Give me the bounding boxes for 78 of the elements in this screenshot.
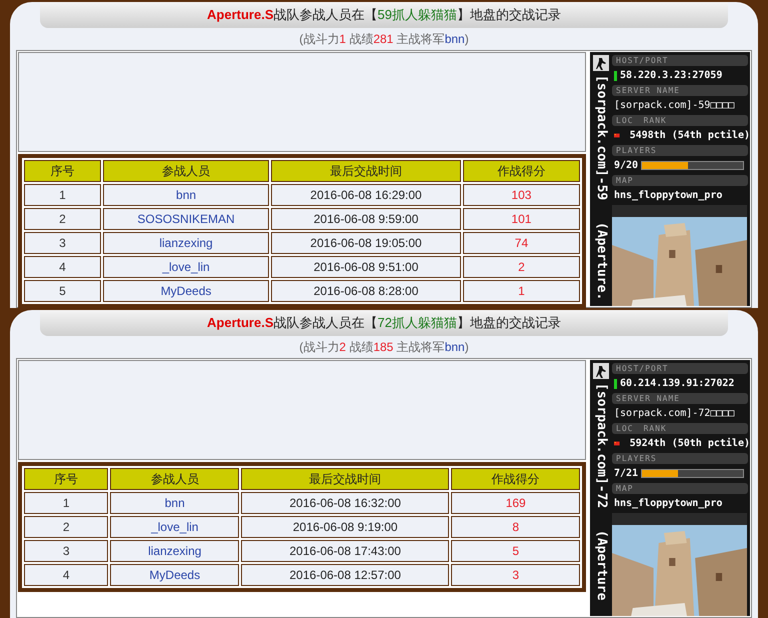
player-link[interactable]: SOSOSNIKEMAN <box>102 208 270 230</box>
player-count: 7/21 <box>614 467 638 481</box>
field-label: HOST/PORT <box>612 55 748 66</box>
field-label: RANK <box>643 423 667 434</box>
table-cell: 1 <box>24 184 101 206</box>
table-cell: 169 <box>451 492 580 514</box>
table-cell: 4 <box>24 256 101 278</box>
map-name: hns_floppytown_pro <box>613 189 724 203</box>
table-cell: 2016-06-08 16:29:00 <box>271 184 461 206</box>
table-cell: 2016-06-08 17:43:00 <box>241 540 450 562</box>
status-icon <box>614 70 617 80</box>
table-cell: 2016-06-08 9:59:00 <box>271 208 461 230</box>
table-cell: 2016-06-08 9:19:00 <box>241 516 450 538</box>
map-name: hns_floppytown_pro <box>613 497 724 511</box>
table-cell: 5 <box>24 280 101 302</box>
player-link[interactable]: MyDeeds <box>110 564 240 586</box>
player-link[interactable]: MyDeeds <box>102 280 270 302</box>
table-cell: 2 <box>24 208 101 230</box>
server-name-vertical: [sorpack.com]-59 <box>593 75 610 200</box>
table-cell: 1 <box>24 492 108 514</box>
field-label: LOC <box>616 115 634 126</box>
column-header: 最后交战时间 <box>271 160 461 182</box>
server-name: [sorpack.com]-72□□□□ <box>613 407 736 421</box>
player-link[interactable]: _love_lin <box>102 256 270 278</box>
field-label: HOST/PORT <box>612 363 748 374</box>
column-header: 参战人员 <box>102 160 270 182</box>
field-label: SERVER NAME <box>612 85 748 96</box>
table-cell: 3 <box>451 564 580 586</box>
player-link[interactable]: bnn <box>102 184 270 206</box>
host-address: 58.220.3.23:27059 <box>620 69 722 83</box>
server-name: [sorpack.com]-59□□□□ <box>613 99 736 113</box>
rank: 5498th (54th pctile) <box>630 128 750 143</box>
table-cell: 5 <box>451 540 580 562</box>
field-label: SERVER NAME <box>612 393 748 404</box>
team-stats: (战斗力1 战绩281 主战将军bnn) <box>299 31 469 48</box>
table-cell: 2016-06-08 16:32:00 <box>241 492 450 514</box>
rank: 5924th (50th pctile) <box>630 436 750 451</box>
table-cell: 3 <box>24 540 108 562</box>
team-name-vertical: (Aperture. <box>593 222 610 301</box>
table-cell: 2016-06-08 12:57:00 <box>241 564 450 586</box>
server-name-vertical: [sorpack.com]-72 <box>593 383 610 508</box>
table-cell: 101 <box>462 208 580 230</box>
table-cell: 2 <box>462 256 580 278</box>
status-icon <box>614 378 617 388</box>
table-cell: 2016-06-08 9:51:00 <box>271 256 461 278</box>
field-label: PLAYERS <box>612 453 748 464</box>
table-cell: 8 <box>451 516 580 538</box>
table-cell: 74 <box>462 232 580 254</box>
column-header: 作战得分 <box>462 160 580 182</box>
table-cell: 4 <box>24 564 108 586</box>
field-label: LOC <box>616 423 634 434</box>
table-cell: 2 <box>24 516 108 538</box>
field-label: RANK <box>643 115 667 126</box>
player-link[interactable]: lianzexing <box>102 232 270 254</box>
player-link[interactable]: lianzexing <box>110 540 240 562</box>
table-cell: 2016-06-08 8:28:00 <box>271 280 461 302</box>
column-header: 作战得分 <box>451 468 580 490</box>
player-link[interactable]: bnn <box>110 492 240 514</box>
table-cell: 2016-06-08 19:05:00 <box>271 232 461 254</box>
player-count: 9/20 <box>614 159 638 173</box>
player-icon <box>593 363 609 379</box>
column-header: 序号 <box>24 468 108 490</box>
team-stats: (战斗力2 战绩185 主战将军bnn) <box>299 339 469 356</box>
field-label: MAP <box>612 483 748 494</box>
table-cell: 103 <box>462 184 580 206</box>
section-title: Aperture.S战队参战人员在【59抓人躲猫猫】地盘的交战记录 <box>207 6 561 24</box>
column-header: 序号 <box>24 160 101 182</box>
column-header: 最后交战时间 <box>241 468 450 490</box>
player-icon <box>593 55 609 71</box>
field-label: MAP <box>612 175 748 186</box>
section-title: Aperture.S战队参战人员在【72抓人躲猫猫】地盘的交战记录 <box>207 314 561 332</box>
field-label: PLAYERS <box>612 145 748 156</box>
player-link[interactable]: _love_lin <box>110 516 240 538</box>
table-cell: 1 <box>462 280 580 302</box>
team-name-vertical: (Aperture <box>593 530 610 601</box>
column-header: 参战人员 <box>110 468 240 490</box>
table-cell: 3 <box>24 232 101 254</box>
host-address: 60.214.139.91:27022 <box>620 377 734 391</box>
